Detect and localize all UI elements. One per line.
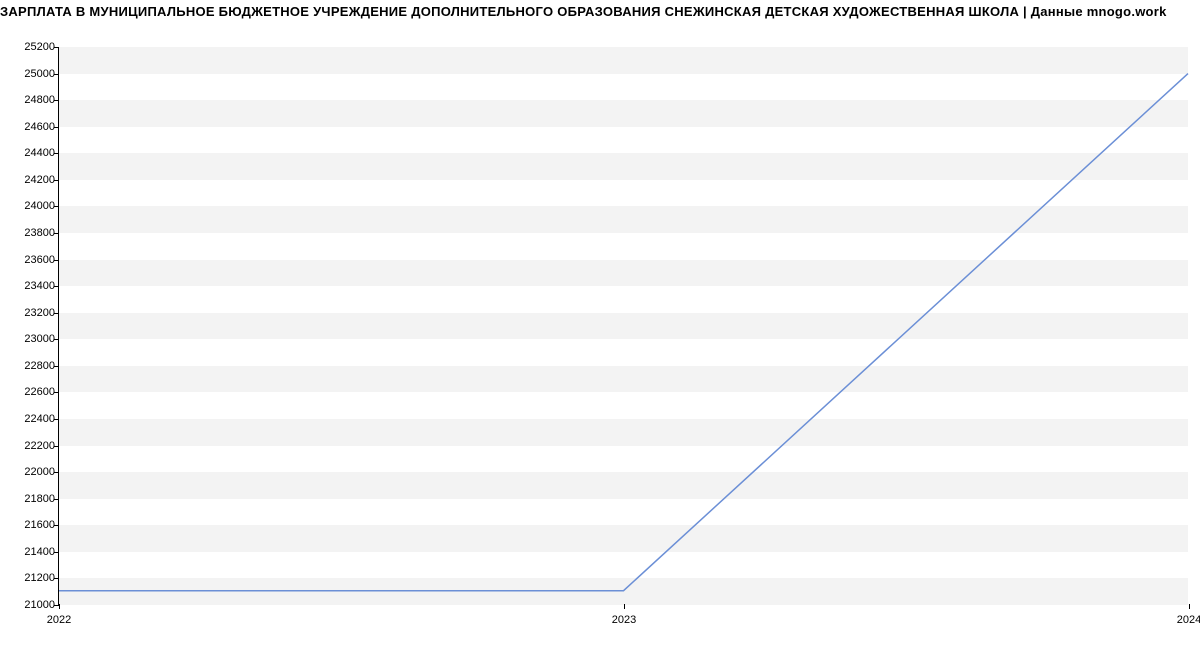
y-tick-label: 24200 bbox=[21, 174, 55, 186]
y-tick-label: 21200 bbox=[21, 572, 55, 584]
y-tick-label: 23000 bbox=[21, 333, 55, 345]
y-tick-label: 23200 bbox=[21, 307, 55, 319]
y-tick-label: 22400 bbox=[21, 413, 55, 425]
y-tick-label: 22200 bbox=[21, 440, 55, 452]
y-tick-label: 23400 bbox=[21, 280, 55, 292]
y-tick-label: 24400 bbox=[21, 147, 55, 159]
chart-container: 21000 21200 21400 21600 21800 22000 22200 22400… bbox=[0, 23, 1200, 643]
y-tick-label: 22000 bbox=[21, 466, 55, 478]
x-tick bbox=[59, 604, 60, 609]
chart-title: ЗАРПЛАТА В МУНИЦИПАЛЬНОЕ БЮДЖЕТНОЕ УЧРЕЖ… bbox=[0, 0, 1200, 23]
series-line bbox=[59, 74, 1188, 591]
plot-area: 2100021200214002160021800220002220022400… bbox=[58, 47, 1188, 605]
y-tick-label: 24000 bbox=[21, 200, 55, 212]
y-tick-label: 23600 bbox=[21, 254, 55, 266]
x-tick-label: 2023 bbox=[612, 614, 636, 626]
x-tick-label: 2022 bbox=[47, 614, 71, 626]
y-tick-label: 25200 bbox=[21, 41, 55, 53]
y-tick-label: 21600 bbox=[21, 519, 55, 531]
x-tick bbox=[624, 604, 625, 609]
y-tick-label: 24600 bbox=[21, 121, 55, 133]
y-tick-label: 24800 bbox=[21, 94, 55, 106]
y-tick-label: 23800 bbox=[21, 227, 55, 239]
y-tick-label: 25000 bbox=[21, 68, 55, 80]
y-tick-label: 22600 bbox=[21, 386, 55, 398]
y-tick-label: 22800 bbox=[21, 360, 55, 372]
y-tick-label: 21400 bbox=[21, 546, 55, 558]
y-tick-label: 21000 bbox=[21, 599, 55, 611]
y-tick-label: 21800 bbox=[21, 493, 55, 505]
x-tick bbox=[1189, 604, 1190, 609]
line-series bbox=[59, 47, 1188, 604]
x-tick-label: 2024 bbox=[1177, 614, 1200, 626]
